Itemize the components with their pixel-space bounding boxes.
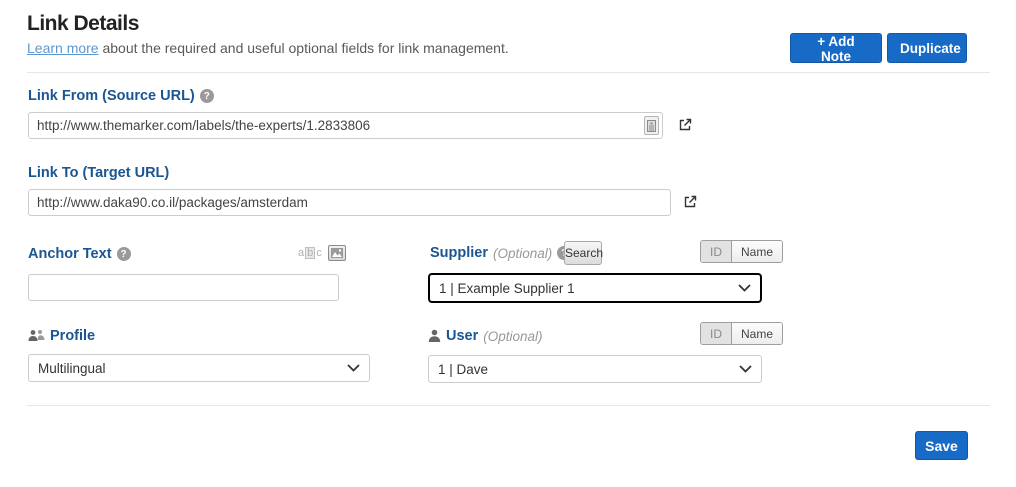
user-name-toggle[interactable]: Name [732,323,782,344]
learn-more-link[interactable]: Learn more [27,40,99,56]
duplicate-button[interactable]: Duplicate [887,33,967,63]
supplier-optional-text: (Optional) [493,246,552,261]
text-anchor-icon[interactable]: abc [298,247,322,259]
supplier-idname-toggle: ID Name [700,240,783,263]
supplier-select[interactable]: 1 | Example Supplier 1 [428,273,762,303]
user-icon [428,329,441,343]
link-to-label: Link To (Target URL) [28,165,169,181]
picture-icon [331,248,343,258]
add-note-button[interactable]: + Add Note [790,33,882,63]
link-from-label-text: Link From (Source URL) [28,88,195,104]
abc-c: c [316,247,322,259]
anchor-text-input[interactable] [28,274,339,301]
group-icon [28,329,45,343]
user-optional-text: (Optional) [483,329,542,344]
user-select[interactable]: 1 | Dave [428,355,762,383]
external-link-icon [683,194,698,209]
link-to-label-text: Link To (Target URL) [28,165,169,181]
user-idname-toggle: ID Name [700,322,783,345]
anchor-text-label: Anchor Text ? [28,246,131,262]
supplier-select-value: 1 | Example Supplier 1 [439,281,575,296]
profile-label: Profile [28,328,95,344]
subtitle-text: about the required and useful optional f… [99,40,509,56]
user-label: User (Optional) [428,328,543,344]
anchor-text-label-text: Anchor Text [28,246,112,262]
supplier-label: Supplier (Optional) ? [430,245,571,261]
header-divider [27,72,990,73]
supplier-label-text: Supplier [430,245,488,261]
supplier-name-toggle[interactable]: Name [732,241,782,262]
chevron-down-icon [738,284,751,292]
supplier-id-toggle[interactable]: ID [701,241,732,262]
subtitle: Learn more about the required and useful… [27,40,509,56]
chevron-down-icon [347,364,360,372]
help-icon[interactable]: ? [200,89,214,103]
link-details-panel: Link Details Learn more about the requir… [0,0,1016,487]
footer-divider [27,405,990,406]
profile-label-text: Profile [50,328,95,344]
save-button[interactable]: Save [915,431,968,460]
link-from-label: Link From (Source URL) ? [28,88,214,104]
document-icon [647,120,656,132]
external-link-icon [678,117,693,132]
profile-select[interactable]: Multilingual [28,354,370,382]
supplier-search-button[interactable]: Search [564,241,602,265]
chevron-down-icon [739,365,752,373]
help-icon[interactable]: ? [117,247,131,261]
abc-a: a [298,247,304,259]
page-preview-icon[interactable] [644,116,659,135]
link-from-input[interactable] [28,112,663,139]
user-select-value: 1 | Dave [438,362,488,377]
abc-b: b [305,247,315,259]
link-to-input[interactable] [28,189,671,216]
open-source-url-icon[interactable] [678,117,693,137]
page-title: Link Details [27,12,139,36]
user-label-text: User [446,328,478,344]
profile-select-value: Multilingual [38,361,106,376]
user-id-toggle[interactable]: ID [701,323,732,344]
image-anchor-icon[interactable] [328,245,346,261]
open-target-url-icon[interactable] [683,194,698,214]
anchor-type-toggle: abc [298,245,346,261]
